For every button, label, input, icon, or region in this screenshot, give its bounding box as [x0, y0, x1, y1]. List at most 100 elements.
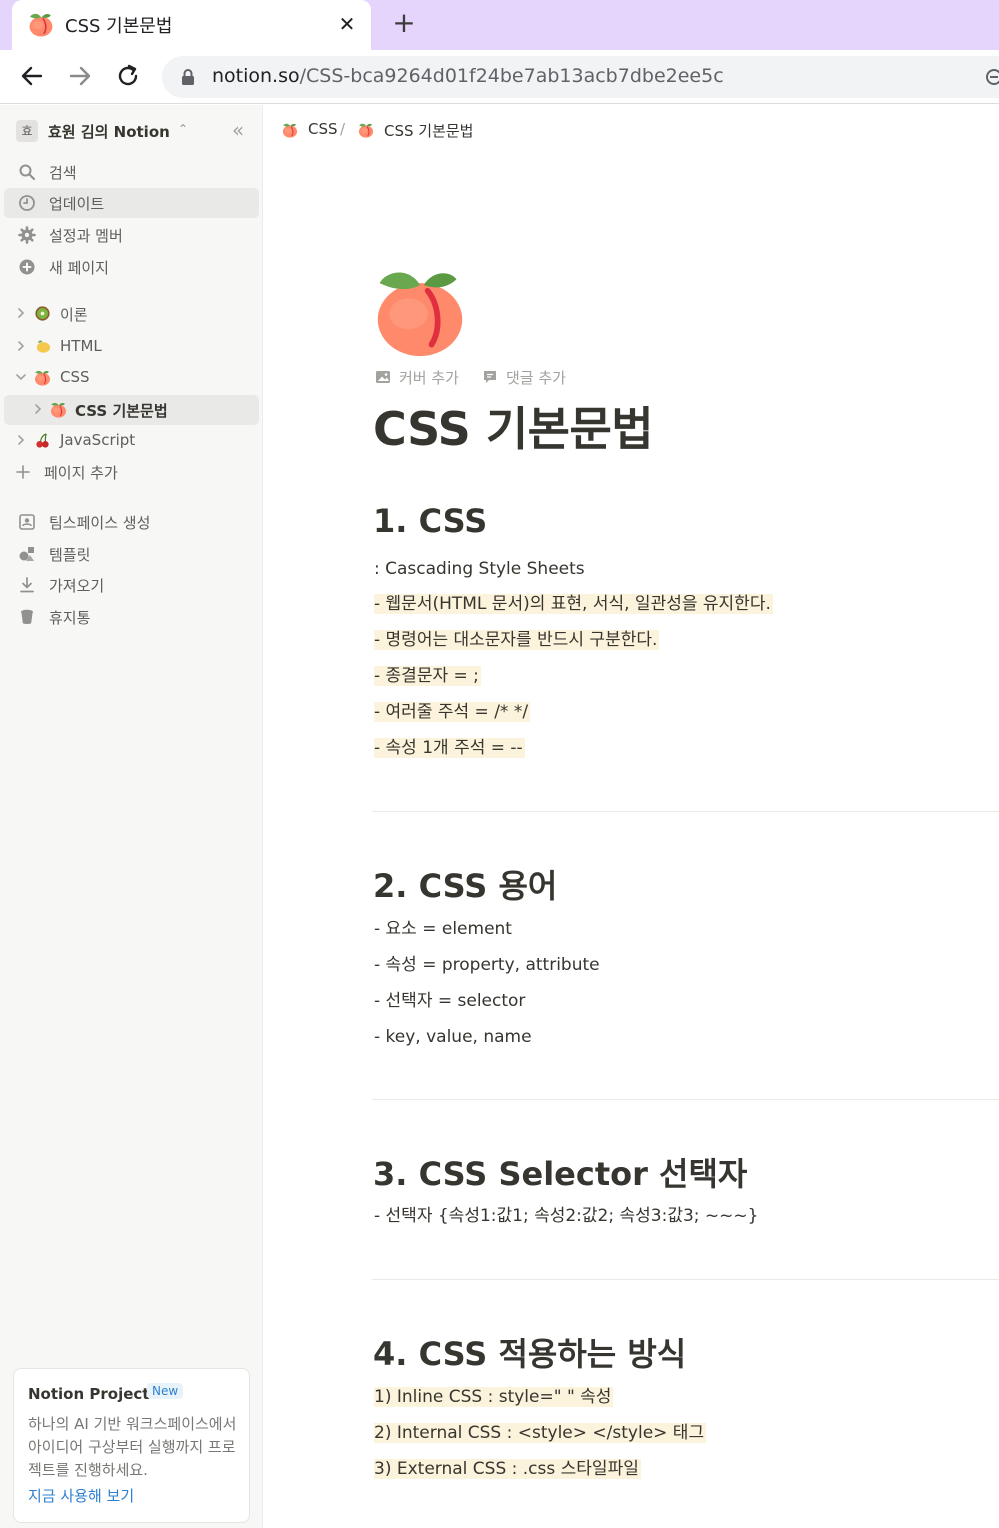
text-line[interactable]: - 여러줄 주석 = /* */	[374, 698, 531, 726]
new-tab-button[interactable]: +	[390, 9, 418, 38]
section-heading[interactable]: 3. CSS Selector 선택자	[373, 1149, 747, 1195]
highlighted-text: - 명령어는 대소문자를 반드시 구분한다.	[374, 630, 660, 650]
text-line[interactable]: - 요소 = element	[374, 915, 512, 943]
forward-button[interactable]	[66, 62, 94, 90]
sidebar-item-label: 팀스페이스 생성	[49, 514, 151, 532]
line-text: - key, value, name	[374, 1027, 532, 1047]
highlighted-text: 3) External CSS : .css 스타일파일	[374, 1459, 641, 1479]
chevron-right-icon[interactable]	[31, 402, 45, 416]
highlighted-text: - 속성 1개 주석 = --	[374, 738, 525, 758]
chevron-down-icon[interactable]	[14, 370, 28, 384]
tab-title: CSS 기본문법	[65, 16, 173, 37]
line-text: - 속성 = property, attribute	[374, 955, 600, 975]
cherries-icon	[36, 433, 49, 448]
sidebar-item-label: 새 페이지	[49, 259, 109, 277]
reload-button[interactable]	[114, 62, 142, 90]
sidebar-page-css[interactable]: CSS	[4, 363, 259, 393]
add-page-label: 페이지 추가	[44, 464, 118, 482]
text-line[interactable]: - 선택자 {속성1:값1; 속성2:값2; 속성3:값3; ~~~}	[374, 1202, 758, 1230]
sidebar-item-settings[interactable]: 설정과 멤버	[4, 220, 259, 250]
breadcrumb-label: CSS	[308, 120, 338, 138]
address-bar[interactable]: notion.so/CSS-bca9264d01f24be7ab13acb7db…	[162, 56, 999, 98]
zoom-icon[interactable]	[984, 67, 999, 87]
comment-icon	[484, 371, 496, 383]
peach-icon	[28, 11, 54, 37]
sidebar-item-label: 휴지통	[49, 609, 91, 627]
sidebar-item-label: 업데이트	[49, 195, 105, 213]
sidebar-item-create-teamspace[interactable]: 팀스페이스 생성	[4, 507, 259, 537]
text-line[interactable]: - 웹문서(HTML 문서)의 표현, 서식, 일관성을 유지한다.	[374, 590, 773, 618]
text-line[interactable]: 2) Internal CSS : <style> </style> 태그	[374, 1419, 707, 1447]
chevron-right-icon[interactable]	[14, 306, 28, 320]
browser-toolbar: notion.so/CSS-bca9264d01f24be7ab13acb7db…	[0, 50, 999, 104]
page-title[interactable]: CSS 기본문법	[373, 393, 654, 459]
sidebar-page-javascript[interactable]: JavaScript	[4, 426, 259, 456]
add-cover-button[interactable]: 커버 추가	[375, 366, 471, 388]
collapse-sidebar-icon[interactable]: «	[226, 119, 250, 143]
sidebar-page-css-basics[interactable]: CSS 기본문법	[4, 395, 259, 425]
text-line[interactable]: - 종결문자 = ;	[374, 662, 481, 690]
section-heading[interactable]: 2. CSS 용어	[373, 861, 557, 907]
sidebar-item-label: 설정과 멤버	[49, 227, 123, 245]
reload-icon	[118, 64, 138, 86]
text-line[interactable]: : Cascading Style Sheets	[374, 555, 585, 583]
sidebar-page-label: 이론	[60, 306, 88, 324]
chevron-updown-icon: ⌃	[178, 122, 189, 136]
divider	[372, 1099, 999, 1100]
peach-icon	[50, 401, 67, 418]
new-badge: New	[147, 1383, 184, 1399]
page-peach-icon[interactable]	[372, 262, 468, 358]
highlighted-text: 2) Internal CSS : <style> </style> 태그	[374, 1423, 707, 1443]
image-icon	[376, 371, 390, 383]
sidebar-item-import[interactable]: 가져오기	[4, 570, 259, 600]
text-line[interactable]: 1) Inline CSS : style=" " 속성	[374, 1383, 614, 1411]
highlighted-text: - 웹문서(HTML 문서)의 표현, 서식, 일관성을 유지한다.	[374, 594, 773, 614]
text-line[interactable]: - 속성 = property, attribute	[374, 951, 600, 979]
kiwi-icon	[35, 306, 50, 321]
text-line[interactable]: - 선택자 = selector	[374, 987, 525, 1015]
add-cover-label: 커버 추가	[399, 369, 459, 387]
highlighted-text: - 종결문자 = ;	[374, 666, 481, 686]
text-line[interactable]: 3) External CSS : .css 스타일파일	[374, 1455, 641, 1483]
sidebar-item-updates[interactable]: 업데이트	[4, 188, 259, 218]
lock-icon[interactable]	[180, 68, 196, 86]
divider	[372, 1279, 999, 1280]
sidebar-item-trash[interactable]: 휴지통	[4, 602, 259, 632]
sidebar: 효 효원 김의 Notion ⌃ « 검색 업데이트 설정과 멤버 새 페이지 …	[0, 105, 263, 1528]
url-text[interactable]: notion.so/CSS-bca9264d01f24be7ab13acb7db…	[212, 65, 724, 87]
close-icon[interactable]: ✕	[336, 12, 358, 36]
lemon-icon	[36, 340, 51, 353]
plus-circle-icon	[19, 259, 35, 275]
trash-icon	[21, 609, 33, 624]
text-line[interactable]: - 명령어는 대소문자를 반드시 구분한다.	[374, 626, 660, 654]
text-line[interactable]: - key, value, name	[374, 1023, 532, 1051]
line-text: - 선택자 = selector	[374, 991, 526, 1011]
sidebar-item-templates[interactable]: 템플릿	[4, 539, 259, 569]
divider	[372, 811, 999, 812]
line-text: : Cascading Style Sheets	[374, 559, 585, 579]
sidebar-item-search[interactable]: 검색	[4, 157, 259, 187]
browser-tab[interactable]: CSS 기본문법 ✕	[12, 0, 371, 50]
peach-icon	[358, 122, 374, 138]
add-page-button[interactable]: 페이지 추가	[4, 457, 259, 487]
add-comment-button[interactable]: 댓글 추가	[482, 366, 578, 388]
sidebar-item-new-page[interactable]: 새 페이지	[4, 252, 259, 282]
sidebar-page-html[interactable]: HTML	[4, 332, 259, 362]
workspace-avatar: 효	[16, 120, 38, 142]
section-heading[interactable]: 1. CSS	[373, 502, 487, 540]
url-path: /CSS-bca9264d01f24be7ab13acb7dbe2ee5c	[299, 65, 724, 87]
text-line[interactable]: - 속성 1개 주석 = --	[374, 734, 525, 762]
breadcrumb-item-current[interactable]: CSS 기본문법	[358, 119, 488, 141]
arrow-right-icon	[69, 66, 91, 86]
notion-projects-promo-card: Notion Projects New 하나의 AI 기반 워크스페이스에서 아…	[13, 1368, 250, 1523]
sidebar-page-theory[interactable]: 이론	[4, 299, 259, 329]
back-button[interactable]	[18, 62, 46, 90]
try-now-link[interactable]: 지금 사용해 보기	[28, 1485, 134, 1506]
promo-description: 하나의 AI 기반 워크스페이스에서 아이디어 구상부터 실행까지 프로젝트를 …	[28, 1415, 237, 1479]
chevron-right-icon[interactable]	[14, 433, 28, 447]
plus-icon	[16, 465, 30, 479]
chevron-right-icon[interactable]	[14, 339, 28, 353]
section-heading[interactable]: 4. CSS 적용하는 방식	[373, 1329, 686, 1375]
breadcrumb-item-css[interactable]: CSS	[282, 119, 338, 141]
workspace-switcher[interactable]: 효 효원 김의 Notion ⌃ «	[8, 117, 260, 145]
